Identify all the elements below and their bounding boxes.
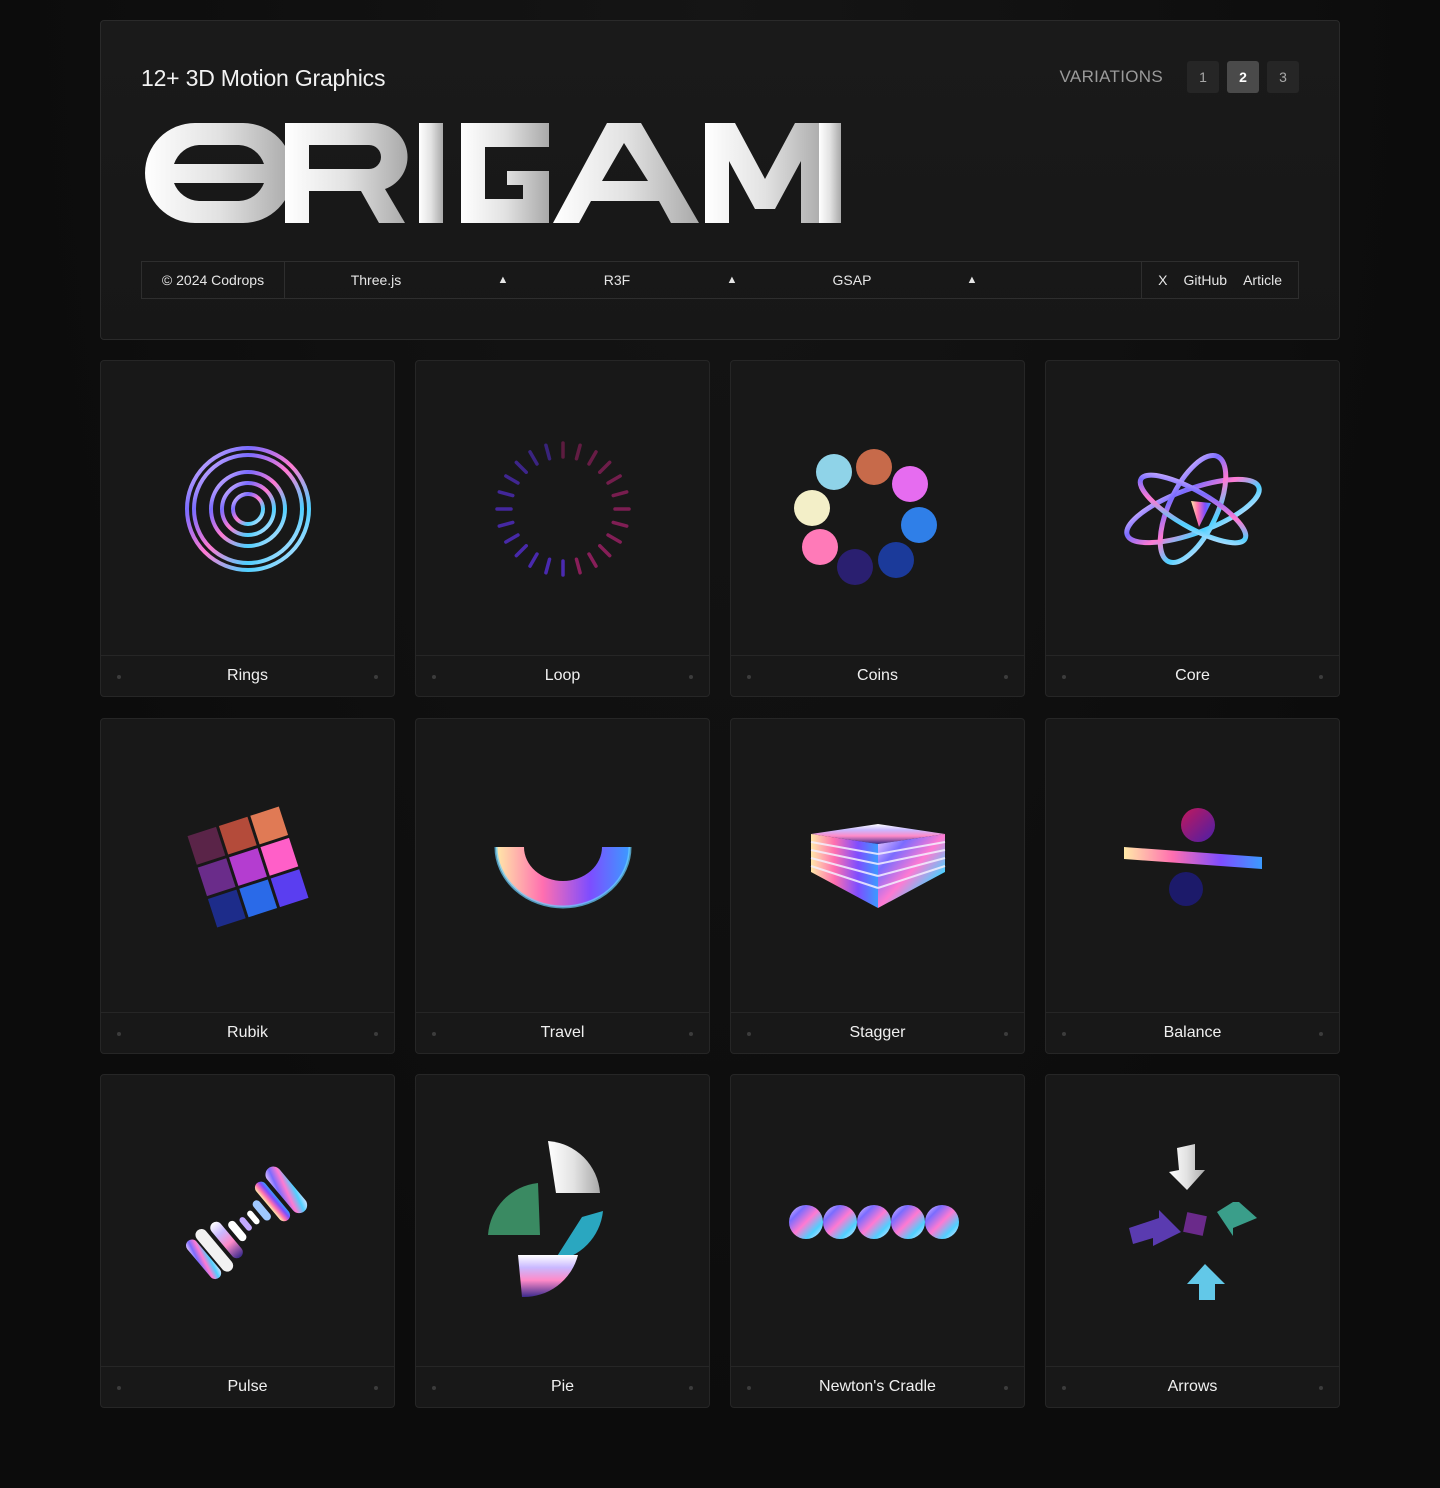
- github-link[interactable]: GitHub: [1184, 272, 1228, 288]
- loop-tick: [605, 533, 622, 544]
- card-title: Pie: [550, 1378, 575, 1395]
- demo-card-stagger[interactable]: Stagger: [730, 718, 1025, 1054]
- card-title: Arrows: [1167, 1378, 1218, 1395]
- loop-tick: [605, 474, 622, 485]
- copyright-text: © 2024 Codrops: [142, 262, 285, 298]
- header-panel: 12+ 3D Motion Graphics VARIATIONS 1 2 3 …: [100, 20, 1340, 340]
- origami-logo: [145, 122, 841, 223]
- tech-r3f: R3F: [603, 272, 631, 288]
- card-title: Newton's Cradle: [819, 1378, 936, 1395]
- demo-card-newtons-cradle[interactable]: Newton's Cradle: [730, 1074, 1025, 1408]
- variations-switcher: VARIATIONS 1 2 3: [1060, 61, 1299, 93]
- loop-tick: [503, 474, 520, 485]
- external-links: X GitHub Article: [1141, 262, 1298, 298]
- core-icon: [1123, 452, 1262, 566]
- card-title: Rings: [227, 667, 268, 684]
- loop-tick: [586, 552, 598, 568]
- credits-toolbar: © 2024 Codrops Three.js ▲ R3F ▲ GSAP ▲ X…: [141, 261, 1299, 299]
- card-title: Travel: [540, 1024, 585, 1041]
- variation-button-1[interactable]: 1: [1187, 61, 1219, 93]
- demo-card-arrows[interactable]: Arrows: [1045, 1074, 1340, 1408]
- variations-label: VARIATIONS: [1059, 67, 1163, 86]
- loop-icon: [494, 441, 631, 577]
- triangle-icon: ▲: [966, 274, 978, 286]
- loop-tick: [574, 443, 582, 461]
- demo-card-travel[interactable]: Travel: [415, 718, 710, 1054]
- arrows-icon: [1128, 1143, 1257, 1300]
- loop-tick: [597, 460, 611, 474]
- x-link[interactable]: X: [1158, 272, 1167, 288]
- card-title: Coins: [857, 667, 898, 684]
- demo-card-coins[interactable]: Coins: [730, 360, 1025, 697]
- variation-button-2[interactable]: 2: [1227, 61, 1259, 93]
- rings-icon: [184, 446, 311, 572]
- loop-tick: [503, 533, 520, 544]
- demo-card-loop[interactable]: Loop: [415, 360, 710, 697]
- loop-tick: [610, 520, 629, 528]
- stagger-icon: [810, 823, 945, 908]
- loop-tick: [496, 490, 515, 498]
- loop-tick: [610, 490, 629, 498]
- tech-stack: Three.js ▲ R3F ▲ GSAP ▲: [285, 262, 1141, 298]
- card-title: Core: [1175, 667, 1210, 684]
- card-title: Rubik: [227, 1024, 268, 1041]
- demo-card-core[interactable]: Core: [1045, 360, 1340, 697]
- card-title: Pulse: [227, 1378, 268, 1395]
- loop-tick: [527, 450, 539, 466]
- travel-icon: [494, 846, 631, 908]
- loop-tick: [496, 520, 515, 528]
- page-subtitle: 12+ 3D Motion Graphics: [141, 65, 386, 91]
- loop-tick: [543, 443, 551, 461]
- pie-icon: [487, 1140, 603, 1297]
- rubik-icon: [187, 806, 308, 927]
- loop-tick: [543, 557, 551, 575]
- triangle-icon: ▲: [726, 274, 738, 286]
- tech-gsap: GSAP: [832, 272, 872, 288]
- demo-card-balance[interactable]: Balance: [1045, 718, 1340, 1054]
- demo-card-rubik[interactable]: Rubik: [100, 718, 395, 1054]
- pulse-icon: [185, 1166, 307, 1279]
- loop-tick: [586, 450, 598, 466]
- variation-button-3[interactable]: 3: [1267, 61, 1299, 93]
- balance-icon: [1123, 807, 1262, 906]
- card-title: Balance: [1163, 1024, 1222, 1041]
- loop-tick: [514, 544, 528, 558]
- triangle-icon: ▲: [497, 274, 509, 286]
- newtons-cradle-icon: [788, 1204, 959, 1239]
- loop-tick: [514, 460, 528, 474]
- article-link[interactable]: Article: [1243, 272, 1282, 288]
- tech-threejs: Three.js: [350, 272, 402, 288]
- demo-card-rings[interactable]: Rings: [100, 360, 395, 697]
- card-title: Stagger: [849, 1024, 906, 1041]
- loop-tick: [527, 552, 539, 568]
- loop-tick: [574, 557, 582, 575]
- loop-tick: [597, 544, 611, 558]
- card-title: Loop: [544, 667, 581, 684]
- demo-card-pulse[interactable]: Pulse: [100, 1074, 395, 1408]
- coins-icon: [793, 449, 937, 585]
- demo-card-pie[interactable]: Pie: [415, 1074, 710, 1408]
